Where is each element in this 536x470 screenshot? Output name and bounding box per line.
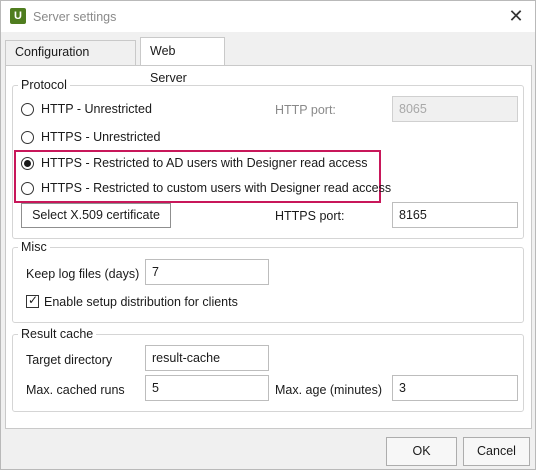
enable-distribution-checkbox[interactable] [26,293,39,308]
https-port-label: HTTPS port: [275,209,345,223]
radio-https-custom-users[interactable] [21,182,34,195]
radio-https-custom-users-label[interactable]: HTTPS - Restricted to custom users with … [41,181,391,195]
target-directory-label: Target directory [26,353,113,367]
result-cache-group: Result cache Target directory result-cac… [12,327,524,412]
http-port-label: HTTP port: [275,103,336,117]
http-port-input[interactable]: 8065 [392,96,518,122]
cancel-button[interactable]: Cancel [463,437,530,466]
radio-https-unrestricted[interactable] [21,131,34,144]
radio-https-ad-users[interactable] [21,157,34,170]
https-port-input[interactable]: 8165 [392,202,518,228]
target-directory-input[interactable]: result-cache [145,345,269,371]
radio-https-unrestricted-label[interactable]: HTTPS - Unrestricted [41,130,160,144]
max-cached-runs-label: Max. cached runs [26,383,125,397]
max-age-label: Max. age (minutes) [275,383,382,397]
web-server-panel: Protocol HTTP - Unrestricted HTTP port: … [5,65,532,429]
title-bar[interactable]: U Server settings ✕ [1,1,535,32]
select-certificate-button[interactable]: Select X.509 certificate [21,203,171,228]
misc-legend: Misc [18,240,50,254]
keep-log-input[interactable]: 7 [145,259,269,285]
radio-http-unrestricted[interactable] [21,103,34,116]
server-settings-dialog: U Server settings ✕ Configuration Server… [0,0,536,470]
max-cached-runs-input[interactable]: 5 [145,375,269,401]
enable-distribution-label[interactable]: Enable setup distribution for clients [44,295,238,309]
protocol-group: Protocol HTTP - Unrestricted HTTP port: … [12,78,524,239]
keep-log-label: Keep log files (days) [26,267,140,281]
max-age-input[interactable]: 3 [392,375,518,401]
result-cache-legend: Result cache [18,327,97,341]
tab-web-server[interactable]: Web Server [140,37,225,85]
window-title: Server settings [33,10,117,24]
close-icon[interactable]: ✕ [505,6,527,28]
misc-group: Misc Keep log files (days) 7 Enable setu… [12,240,524,323]
protocol-legend: Protocol [18,78,70,92]
radio-http-unrestricted-label[interactable]: HTTP - Unrestricted [41,102,152,116]
app-logo-icon: U [10,8,26,24]
ok-button[interactable]: OK [386,437,457,466]
radio-https-ad-users-label[interactable]: HTTPS - Restricted to AD users with Desi… [41,156,368,170]
tab-configuration-server[interactable]: Configuration Server [5,40,136,82]
